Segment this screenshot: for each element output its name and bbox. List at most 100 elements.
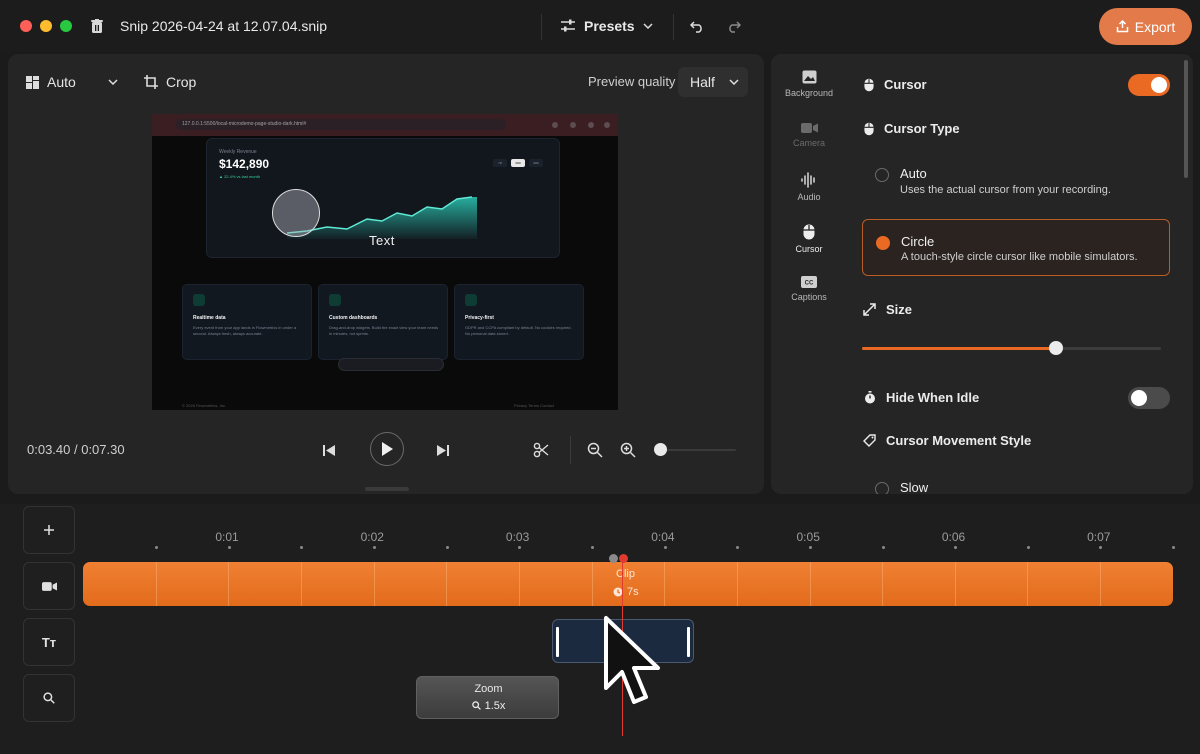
option-title: Circle (901, 234, 935, 249)
revenue-card: Weekly Revenue $142,890 ▲ 22.4% vs last … (206, 138, 560, 258)
movement-style-heading: Cursor Movement Style (863, 433, 1031, 448)
tab-cursor[interactable]: Cursor (771, 224, 847, 254)
camera-icon (800, 123, 818, 133)
cursor-type-label: Cursor Type (884, 121, 960, 136)
panel-resize-handle[interactable] (365, 487, 409, 491)
zoom-window-button[interactable] (60, 20, 72, 32)
layout-menu[interactable]: Auto (26, 74, 118, 90)
zoom-track-button[interactable] (23, 674, 75, 722)
camera-icon (41, 581, 57, 591)
close-window-button[interactable] (20, 20, 32, 32)
range-pills: 7D 30D 90D (493, 159, 543, 167)
feature-title: Realtime data (193, 315, 226, 321)
ruler-tick-dot (372, 546, 376, 549)
crop-button[interactable]: Crop (144, 74, 196, 90)
clip-frame-divider (664, 562, 666, 606)
tab-camera[interactable]: Camera (771, 122, 847, 148)
option-title: Auto (900, 166, 927, 181)
clip-frame-divider (1027, 562, 1029, 606)
ruler-tick-dot (954, 546, 958, 549)
toggle-knob (1131, 390, 1147, 406)
zoom-segment[interactable]: Zoom 1.5x (416, 676, 559, 719)
segment-handle-left[interactable] (556, 627, 559, 657)
zoom-in-button[interactable] (618, 440, 638, 460)
size-slider-fill (862, 347, 1057, 350)
tab-audio[interactable]: Audio (771, 172, 847, 202)
browser-bar: 127.0.0.1:5500/local-microdemo-page-stud… (152, 114, 618, 136)
movement-label: Cursor Movement Style (886, 433, 1032, 448)
crop-label: Crop (166, 74, 197, 90)
split-button[interactable] (531, 440, 551, 460)
skip-forward-icon (437, 444, 449, 456)
skip-back-icon (323, 444, 335, 456)
playhead-handle[interactable] (619, 554, 628, 563)
clip-label: Clip (616, 568, 635, 580)
feature-icon (329, 294, 341, 306)
redo-button[interactable] (725, 18, 743, 36)
clip-duration-value: 7s (627, 586, 639, 598)
skip-back-button[interactable] (320, 441, 338, 459)
feature-card: Realtime data Every event from your app … (182, 284, 312, 360)
video-track-button[interactable] (23, 562, 75, 610)
export-button[interactable]: Export (1099, 8, 1192, 45)
skip-forward-button[interactable] (434, 441, 452, 459)
radio-button-selected (876, 236, 890, 250)
circle-cursor (272, 189, 320, 237)
movement-option-slow[interactable]: Slow (862, 472, 1170, 494)
plus-icon (44, 525, 54, 535)
presets-label: Presets (584, 18, 635, 34)
feature-desc: Drag-and-drop widgets. Build the exact v… (329, 325, 439, 336)
segment-handle-right[interactable] (687, 627, 690, 657)
browser-icon (588, 122, 594, 128)
play-button[interactable] (370, 432, 404, 466)
timeline: Tт 0:01 0:02 0:03 0:04 0:05 0:06 0:07 Clip 7s … (0, 504, 1200, 754)
layout-grid-icon (26, 75, 39, 89)
ruler-tick-dot (1172, 546, 1176, 549)
inspector-panel: Background Camera Audio Cursor CC Captio… (771, 54, 1193, 494)
option-description: A touch-style circle cursor like mobile … (901, 251, 1138, 263)
clip-segment[interactable]: Clip 7s (83, 562, 1173, 606)
presets-menu[interactable]: Presets (560, 14, 653, 38)
recording-toolbar (338, 358, 444, 371)
scissors-icon (533, 442, 549, 458)
clip-frame-divider (809, 562, 811, 606)
hide-idle-setting: Hide When Idle (864, 390, 979, 405)
cursor-type-option-circle[interactable]: Circle A touch-style circle cursor like … (862, 219, 1170, 276)
cursor-type-heading: Cursor Type (864, 121, 960, 136)
redo-icon (729, 21, 741, 33)
tab-captions[interactable]: CC Captions (771, 276, 847, 302)
add-track-button[interactable] (23, 506, 75, 554)
cursor-type-option-auto[interactable]: Auto Uses the actual cursor from your re… (862, 152, 1170, 208)
cursor-toggle[interactable] (1128, 74, 1170, 96)
clip-frame-divider (1100, 562, 1102, 606)
text-track-button[interactable]: Tт (23, 618, 75, 666)
divider (541, 14, 542, 40)
chevron-down-icon (729, 79, 739, 85)
divider (570, 436, 571, 464)
zoom-slider-track[interactable] (660, 449, 736, 451)
ruler-tick-dot (1099, 546, 1103, 549)
zoom-slider-thumb[interactable] (654, 443, 667, 456)
zoom-segment-value: 1.5x (417, 700, 560, 712)
video-preview[interactable]: 127.0.0.1:5500/local-microdemo-page-stud… (152, 114, 618, 410)
hide-idle-toggle[interactable] (1128, 387, 1170, 409)
zoom-out-button[interactable] (585, 440, 605, 460)
clip-frame-divider (591, 562, 593, 606)
chevron-down-icon (643, 23, 653, 29)
undo-button[interactable] (688, 18, 706, 36)
size-heading: Size (863, 302, 912, 317)
tab-background[interactable]: Background (771, 70, 847, 98)
trash-icon[interactable] (91, 19, 103, 34)
range-pill: 7D (493, 159, 507, 167)
image-icon (802, 70, 816, 84)
minimize-window-button[interactable] (40, 20, 52, 32)
mouse-icon (803, 224, 815, 240)
feature-icon (193, 294, 205, 306)
preview-quality-select[interactable]: Half (678, 67, 748, 97)
ruler-tick-label: 0:06 (941, 530, 966, 544)
ruler-tick-dot (300, 546, 304, 549)
inspector-scrollbar[interactable] (1184, 60, 1188, 178)
document-title: Snip 2026-04-24 at 12.07.04.snip (120, 18, 328, 34)
size-slider-thumb[interactable] (1049, 341, 1064, 355)
range-pill: 30D (511, 159, 525, 167)
